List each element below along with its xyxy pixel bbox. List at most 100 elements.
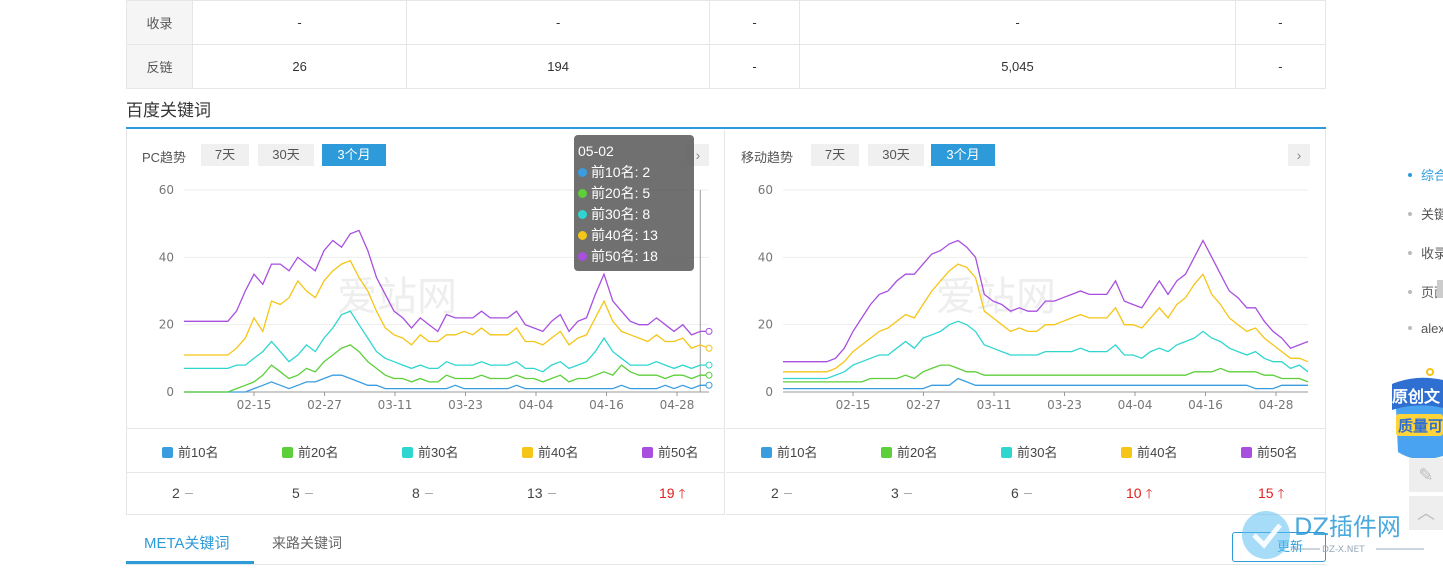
table-cell: - [1234,44,1327,89]
dot-icon [578,252,587,261]
y-tick-label: 60 [159,183,174,197]
y-tick-label: 40 [159,250,174,264]
pc-btn-7d[interactable]: 7天 [201,144,249,166]
x-tick-label: 04-28 [660,398,695,412]
current-value: 6 [1011,485,1032,501]
table-cell: 5,045 [799,44,1236,89]
table-cell: - [709,44,801,89]
pc-current-values: 2 5 8 13 19 🡑 [127,472,724,515]
dot-icon [578,210,587,219]
mobile-btn-3m[interactable]: 3个月 [931,144,995,166]
side-nav-item[interactable]: 综合 [1408,165,1443,204]
trend-flat-icon [304,493,313,494]
table-cell: 26 [191,44,408,89]
trend-flat-icon [184,493,193,494]
legend-swatch-icon [282,447,293,458]
pc-legend-top40[interactable]: 前40名 [522,442,578,461]
badge-text-2: 质量可 [1398,417,1443,435]
current-value: 5 [292,485,313,501]
mobile-next-arrow-icon[interactable]: › [1288,144,1310,166]
stats-table: 收录 - - - - - 反链 26 194-5,045- [126,0,1327,89]
table-cell: - [191,0,408,45]
pc-btn-3m[interactable]: 3个月 [322,144,386,166]
mobile-btn-30d[interactable]: 30天 [868,144,924,166]
current-value: 10 🡑 [1126,485,1152,507]
pc-legend-top30[interactable]: 前30名 [402,442,458,461]
x-tick-label: 03-23 [448,398,483,412]
pc-legend-top20[interactable]: 前20名 [282,442,338,461]
mobile-legend-top20[interactable]: 前20名 [881,442,937,461]
pc-trend-title: PC趋势 [142,150,187,165]
x-tick-label: 04-04 [1118,398,1153,412]
series-line-top10 [783,377,1308,390]
pc-btn-30d[interactable]: 30天 [258,144,314,166]
x-tick-label: 03-11 [977,398,1012,412]
series-line-top50 [783,239,1309,363]
y-tick-label: 0 [765,385,773,399]
watermark-main: DZ插件网 [1294,513,1401,541]
legend-label: 前30名 [418,445,459,460]
bullet-icon [1408,326,1412,330]
tooltip-text: 前30名: 8 [591,206,651,222]
legend-swatch-icon [761,447,772,458]
tooltip-line: 前40名: 13 [578,225,694,246]
tab-meta-keywords[interactable]: META关键词 [144,532,230,553]
pc-legend-top10[interactable]: 前10名 [162,442,218,461]
mobile-legend-top40[interactable]: 前40名 [1121,442,1177,461]
side-nav-item[interactable]: 关键 [1408,204,1443,243]
legend-swatch-icon [522,447,533,458]
table-cell: - [406,0,711,45]
legend-swatch-icon [1121,447,1132,458]
edit-pencil-icon[interactable]: ✎ [1409,458,1443,492]
value-text: 8 [412,485,420,501]
side-scrollbar[interactable] [1437,280,1443,298]
current-value: 13 [527,485,556,501]
y-tick-label: 20 [758,318,773,332]
x-tick-label: 04-16 [1188,398,1223,412]
original-quality-badge-icon[interactable]: 原创文 质量可 [1390,368,1443,463]
mobile-legend-top50[interactable]: 前50名 [1241,442,1297,461]
pc-legend-top50[interactable]: 前50名 [642,442,698,461]
legend-label: 前20名 [298,445,339,460]
series-end-point [705,381,713,389]
legend-swatch-icon [642,447,653,458]
tab-referral-keywords[interactable]: 来路关键词 [272,533,342,553]
mobile-legend-top30[interactable]: 前30名 [1001,442,1057,461]
side-nav-item[interactable]: 收录 [1408,243,1443,282]
legend-label: 前10名 [178,445,219,460]
tooltip-date: 05-02 [578,143,614,159]
trend-flat-icon [783,493,792,494]
x-tick-label: 02-27 [307,398,342,412]
value-text: 3 [891,485,899,501]
value-text: 5 [292,485,300,501]
mobile-trend-panel: 移动趋势 7天 30天 3个月 › 爱站网 0 20 40 60 02-15 02-27 03… [726,130,1326,515]
section-divider [126,127,1326,129]
mobile-btn-7d[interactable]: 7天 [811,144,859,166]
value-text: 2 [771,485,779,501]
trend-flat-icon [424,493,433,494]
table-row: 反链 26 194-5,045- [126,44,1327,89]
current-value: 2 [172,485,193,501]
legend-label: 前40名 [1137,445,1178,460]
legend-label: 前50名 [658,445,699,460]
trend-flat-icon [547,493,556,494]
dot-icon [578,189,587,198]
legend-label: 前40名 [538,445,579,460]
trend-flat-icon [1023,493,1032,494]
y-tick-label: 40 [758,250,773,264]
side-nav-item[interactable]: alexa [1408,321,1443,360]
legend-swatch-icon [1241,447,1252,458]
mobile-trend-title: 移动趋势 [741,150,794,165]
y-tick-label: 60 [758,183,773,197]
active-tab-underline [126,561,254,564]
keyword-tabs: META关键词 来路关键词 [126,520,1326,565]
mobile-legend: 前10名 前20名 前30名 前40名 前50名 [726,428,1325,473]
value-text: 13 [527,485,543,501]
y-tick-label: 20 [159,318,174,332]
mobile-legend-top10[interactable]: 前10名 [761,442,817,461]
side-anchor-nav: 综合 关键 收录 页面 alexa [1408,165,1443,360]
row-header: 反链 [126,44,193,89]
x-tick-label: 02-15 [237,398,272,412]
trend-up-icon: 🡑 [678,486,686,501]
series-line-top10 [184,374,709,393]
